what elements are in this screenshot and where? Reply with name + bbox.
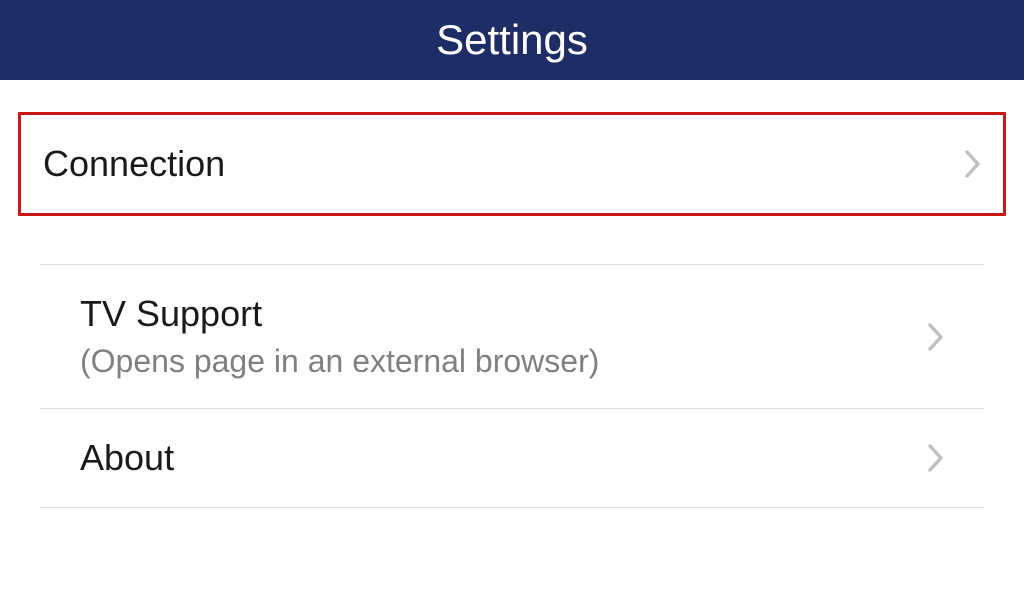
header: Settings (0, 0, 1024, 80)
settings-item-tv-support[interactable]: TV Support (Opens page in an external br… (40, 265, 984, 408)
list-item-label: About (80, 437, 174, 479)
page-title: Settings (0, 16, 1024, 64)
list-item-label: Connection (43, 143, 225, 185)
chevron-right-icon (928, 323, 944, 351)
list-item-text: About (80, 437, 174, 479)
divider (40, 507, 984, 508)
spacer (0, 216, 1024, 264)
settings-item-about[interactable]: About (40, 409, 984, 507)
list-item-label: TV Support (80, 293, 599, 335)
chevron-right-icon (928, 444, 944, 472)
back-button[interactable] (48, 20, 78, 60)
list-item-text: TV Support (Opens page in an external br… (80, 293, 599, 380)
settings-list: Connection TV Support (Opens page in an … (0, 112, 1024, 508)
settings-item-connection[interactable]: Connection (18, 112, 1006, 216)
list-item-text: Connection (43, 143, 225, 185)
chevron-right-icon (965, 150, 981, 178)
list-item-subtitle: (Opens page in an external browser) (80, 343, 599, 380)
